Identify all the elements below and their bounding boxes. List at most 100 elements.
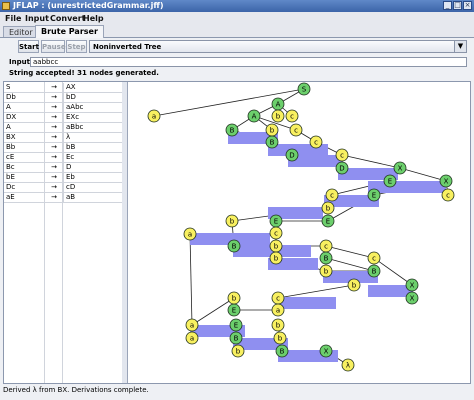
variable-node[interactable]: A — [247, 109, 261, 123]
variable-node[interactable]: B — [229, 331, 243, 345]
derivation-highlight-bar — [278, 297, 336, 309]
terminal-node[interactable]: b — [227, 291, 241, 305]
view-mode-select[interactable]: Noninverted Tree ▼ — [89, 40, 467, 53]
terminal-node[interactable]: c — [285, 109, 299, 123]
terminal-node[interactable]: b — [269, 251, 283, 265]
terminal-node[interactable]: b — [269, 239, 283, 253]
variable-node[interactable]: B — [319, 251, 333, 265]
variable-node[interactable]: E — [321, 214, 335, 228]
grammar-row[interactable]: DX → EXc — [4, 113, 122, 123]
grammar-row[interactable]: cE → Ec — [4, 153, 122, 163]
variable-node[interactable]: S — [297, 82, 311, 96]
terminal-node[interactable]: c — [319, 239, 333, 253]
node-label: S — [302, 86, 307, 94]
menu-convert[interactable]: Convert — [50, 12, 85, 25]
grammar-row[interactable]: aE → aB — [4, 193, 122, 203]
variable-node[interactable]: D — [285, 148, 299, 162]
node-label: b — [230, 218, 235, 226]
variable-node[interactable]: X — [319, 344, 333, 358]
variable-node[interactable]: X — [439, 174, 453, 188]
menu-file[interactable]: File — [5, 12, 21, 25]
variable-node[interactable]: B — [265, 135, 279, 149]
terminal-node[interactable]: c — [271, 291, 285, 305]
node-label: c — [372, 255, 376, 263]
node-label: B — [280, 348, 285, 356]
grammar-row[interactable]: A → aBbc — [4, 123, 122, 133]
start-button[interactable]: Start — [18, 40, 39, 53]
node-label: b — [324, 268, 329, 276]
grammar-row[interactable]: A → aAbc — [4, 103, 122, 113]
terminal-node[interactable]: a — [271, 303, 285, 317]
input-string-field[interactable]: aabbcc — [30, 57, 467, 67]
terminal-node[interactable]: c — [441, 188, 455, 202]
grammar-row[interactable]: Db → bD — [4, 93, 122, 103]
production-lhs: cE — [6, 153, 15, 161]
grammar-row[interactable]: Bb → bB — [4, 143, 122, 153]
grammar-row[interactable]: Dc → cD — [4, 183, 122, 193]
terminal-node[interactable]: b — [225, 214, 239, 228]
pause-button[interactable]: Pause — [41, 40, 66, 53]
tree-edge — [399, 167, 447, 182]
production-arrow-icon: → — [44, 103, 64, 112]
variable-node[interactable]: E — [227, 303, 241, 317]
production-arrow-icon: → — [44, 173, 64, 182]
grammar-row[interactable]: bE → Eb — [4, 173, 122, 183]
production-rhs: Ec — [66, 153, 75, 161]
terminal-node[interactable]: b — [321, 201, 335, 215]
terminal-node[interactable]: c — [309, 135, 323, 149]
variable-node[interactable]: X — [393, 161, 407, 175]
terminal-node[interactable]: c — [367, 251, 381, 265]
close-icon[interactable]: × — [463, 1, 472, 10]
terminal-node[interactable]: c — [335, 148, 349, 162]
terminal-node[interactable]: b — [265, 123, 279, 137]
variable-node[interactable]: A — [271, 97, 285, 111]
terminal-node[interactable]: b — [347, 278, 361, 292]
variable-node[interactable]: B — [275, 344, 289, 358]
production-rhs: λ — [66, 133, 71, 141]
terminal-node[interactable]: a — [185, 318, 199, 332]
tab-brute-parser[interactable]: Brute Parser — [35, 25, 104, 38]
variable-node[interactable]: E — [269, 214, 283, 228]
variable-node[interactable]: E — [383, 174, 397, 188]
production-arrow-icon: → — [44, 113, 64, 122]
menu-input[interactable]: Input — [25, 12, 49, 25]
minimize-icon[interactable]: _ — [443, 1, 452, 10]
terminal-node[interactable]: b — [271, 109, 285, 123]
variable-node[interactable]: D — [335, 161, 349, 175]
node-label: D — [289, 152, 294, 160]
production-arrow-icon: → — [44, 183, 64, 192]
terminal-node[interactable]: λ — [341, 358, 355, 372]
terminal-node[interactable]: a — [183, 227, 197, 241]
node-label: B — [232, 243, 237, 251]
production-rhs: EXc — [66, 113, 80, 121]
variable-node[interactable]: B — [367, 264, 381, 278]
variable-node[interactable]: X — [405, 278, 419, 292]
variable-node[interactable]: B — [225, 123, 239, 137]
terminal-node[interactable]: a — [185, 331, 199, 345]
terminal-node[interactable]: a — [147, 109, 161, 123]
chevron-down-icon[interactable]: ▼ — [454, 41, 466, 52]
tab-editor[interactable]: Editor — [3, 26, 39, 37]
node-label: c — [446, 192, 450, 200]
grammar-row[interactable]: BX → λ — [4, 133, 122, 143]
variable-node[interactable]: E — [229, 318, 243, 332]
maximize-icon[interactable]: □ — [453, 1, 462, 10]
terminal-node[interactable]: c — [269, 226, 283, 240]
terminal-node[interactable]: b — [319, 264, 333, 278]
step-button[interactable]: Step — [66, 40, 87, 53]
variable-node[interactable]: X — [405, 291, 419, 305]
variable-node[interactable]: E — [367, 188, 381, 202]
grammar-row[interactable]: Bc → D — [4, 163, 122, 173]
node-label: A — [276, 101, 281, 109]
production-lhs: A — [6, 103, 11, 111]
variable-node[interactable]: B — [227, 239, 241, 253]
menu-help[interactable]: Help — [83, 12, 104, 25]
terminal-node[interactable]: c — [289, 123, 303, 137]
terminal-node[interactable]: b — [231, 344, 245, 358]
terminal-node[interactable]: c — [325, 188, 339, 202]
node-label: a — [190, 322, 194, 330]
terminal-node[interactable]: b — [273, 331, 287, 345]
terminal-node[interactable]: b — [271, 318, 285, 332]
node-label: a — [276, 307, 280, 315]
grammar-row[interactable]: S → AX — [4, 83, 122, 93]
